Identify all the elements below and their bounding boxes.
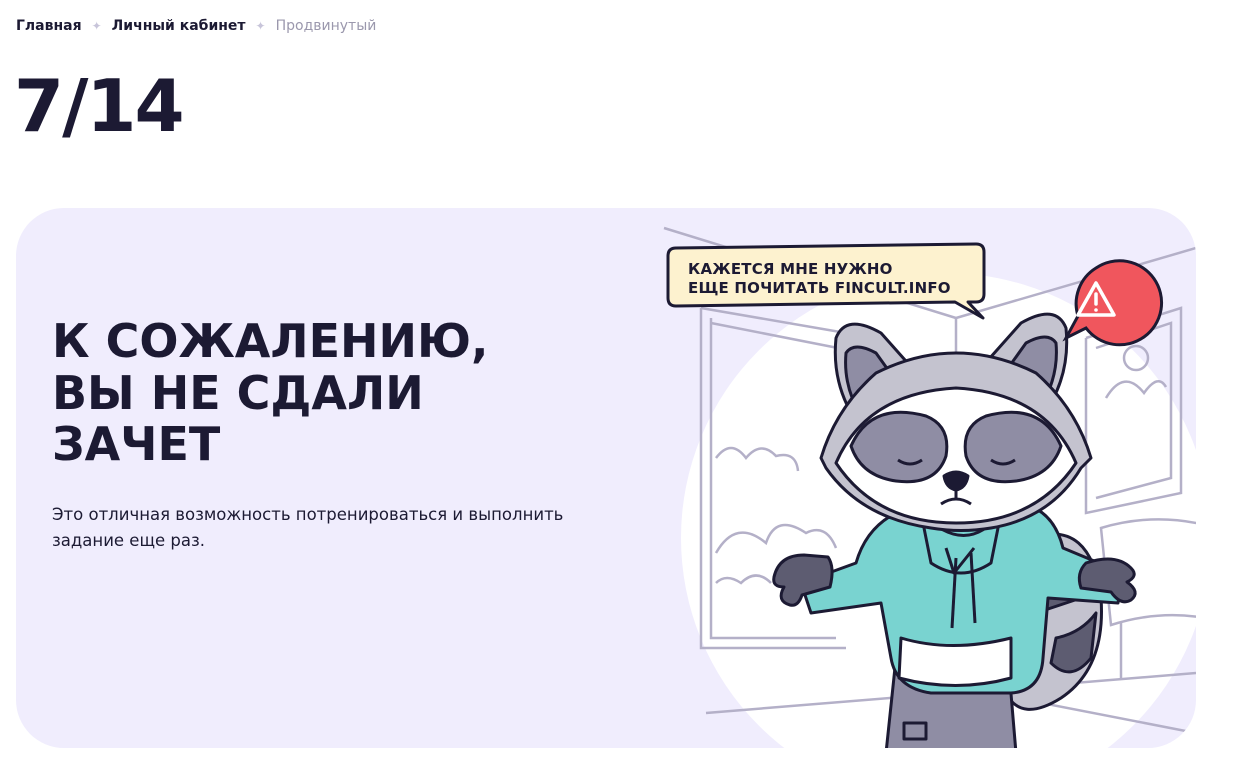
- speech-bubble-text: КАЖЕТСЯ МНЕ НУЖНО ЕЩЕ ПОЧИТАТЬ FINCULT.I…: [688, 260, 951, 298]
- result-title-line: ВЫ НЕ СДАЛИ: [52, 365, 424, 420]
- result-title: К СОЖАЛЕНИЮ, ВЫ НЕ СДАЛИ ЗАЧЕТ: [52, 314, 572, 472]
- question-progress-counter: 7/14: [14, 64, 185, 148]
- breadcrumb-current: Продвинутый: [275, 18, 377, 34]
- speech-line: КАЖЕТСЯ МНЕ НУЖНО: [688, 260, 893, 278]
- speech-line: ЕЩЕ ПОЧИТАТЬ FINCULT.INFO: [688, 278, 951, 297]
- breadcrumb-home-link[interactable]: Главная: [16, 18, 82, 34]
- breadcrumb-account-link[interactable]: Личный кабинет: [112, 18, 246, 34]
- breadcrumb-separator-icon: ✦: [255, 19, 266, 33]
- result-title-line: ЗАЧЕТ: [52, 417, 221, 472]
- result-title-line: К СОЖАЛЕНИЮ,: [52, 314, 489, 368]
- page: Главная ✦ Личный кабинет ✦ Продвинутый 7…: [0, 0, 1233, 770]
- warning-icon: [1062, 259, 1164, 347]
- breadcrumb: Главная ✦ Личный кабинет ✦ Продвинутый: [16, 18, 376, 34]
- result-description: Это отличная возможность потренироваться…: [52, 505, 564, 550]
- result-card: К СОЖАЛЕНИЮ, ВЫ НЕ СДАЛИ ЗАЧЕТ Это отлич…: [16, 208, 1196, 748]
- breadcrumb-separator-icon: ✦: [91, 19, 102, 33]
